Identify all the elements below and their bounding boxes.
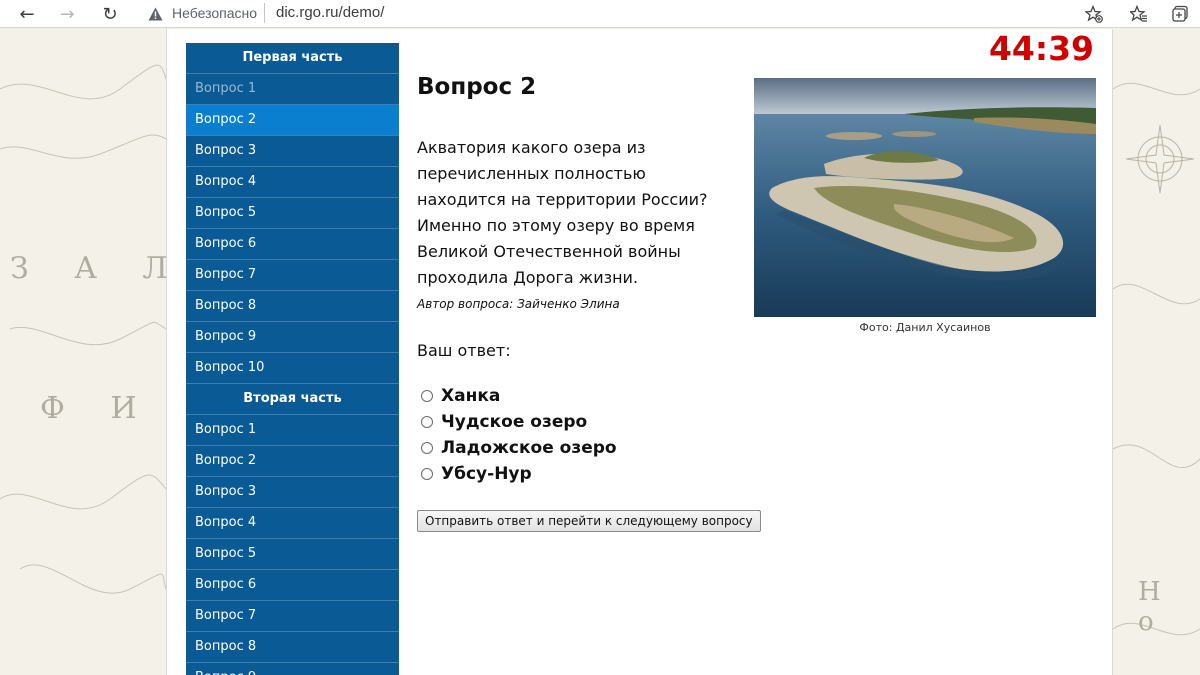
radio-button[interactable] (421, 390, 433, 402)
sidebar-question-link[interactable]: Вопрос 5 (186, 539, 399, 570)
sidebar-question-link[interactable]: Вопрос 1 (186, 74, 399, 105)
sidebar-question-link[interactable]: Вопрос 10 (186, 353, 399, 384)
sidebar-question-link[interactable]: Вопрос 2 (186, 446, 399, 477)
radio-button[interactable] (421, 468, 433, 480)
radio-button[interactable] (421, 416, 433, 428)
question-author: Автор вопроса: Зайченко Элина (417, 297, 620, 311)
answer-option[interactable]: Ладожское озеро (421, 435, 617, 461)
answer-option-label[interactable]: Убсу-Нур (441, 464, 532, 484)
sidebar-section-heading: Первая часть (186, 43, 399, 74)
address-divider (264, 3, 265, 23)
sidebar-question-link[interactable]: Вопрос 8 (186, 632, 399, 663)
question-text: Акватория какого озера из перечисленных … (417, 138, 708, 287)
sidebar-section-heading: Вторая часть (186, 384, 399, 415)
reload-icon[interactable]: ↻ (95, 0, 125, 28)
sidebar-question-link[interactable]: Вопрос 7 (186, 601, 399, 632)
answer-option[interactable]: Убсу-Нур (421, 461, 617, 487)
sidebar-question-link[interactable]: Вопрос 5 (186, 198, 399, 229)
back-arrow-icon[interactable]: ← (12, 0, 42, 28)
answer-option-label[interactable]: Чудское озеро (441, 412, 587, 432)
sidebar-question-link[interactable]: Вопрос 2 (186, 105, 399, 136)
question-sidebar: Первая часть Вопрос 1 Вопрос 2 Вопрос 3 Вопр… (186, 43, 399, 675)
favorites-icon[interactable] (1126, 0, 1152, 28)
forward-arrow-icon[interactable]: → (52, 0, 82, 28)
sidebar-question-link[interactable]: Вопрос 4 (186, 508, 399, 539)
answer-option[interactable]: Ханка (421, 383, 617, 409)
countdown-timer: 44:39 (988, 29, 1094, 68)
sidebar-question-link[interactable]: Вопрос 3 (186, 136, 399, 167)
warning-icon[interactable] (147, 6, 163, 22)
security-label[interactable]: Небезопасно (172, 5, 257, 21)
map-label: Н о (1138, 577, 1171, 637)
collections-icon[interactable] (1168, 0, 1194, 28)
sidebar-question-link[interactable]: Вопрос 8 (186, 291, 399, 322)
sidebar-question-link[interactable]: Вопрос 1 (186, 415, 399, 446)
address-bar-url[interactable]: dic.rgo.ru/demo/ (276, 4, 384, 21)
answer-option-label[interactable]: Ладожское озеро (441, 438, 617, 458)
sidebar-question-link[interactable]: Вопрос 6 (186, 229, 399, 260)
sidebar-question-link[interactable]: Вопрос 7 (186, 260, 399, 291)
sidebar-question-link[interactable]: Вопрос 9 (186, 663, 399, 675)
answer-label: Ваш ответ: (417, 341, 511, 360)
sidebar-question-link[interactable]: Вопрос 4 (186, 167, 399, 198)
radio-button[interactable] (421, 442, 433, 454)
sidebar-question-link[interactable]: Вопрос 9 (186, 322, 399, 353)
quiz-page: Первая часть Вопрос 1 Вопрос 2 Вопрос 3 Вопр… (166, 29, 1113, 675)
browser-toolbar: ← → ↻ Небезопасно dic.rgo.ru/demo/ (0, 0, 1200, 28)
sidebar-question-link[interactable]: Вопрос 3 (186, 477, 399, 508)
question-photo (754, 78, 1096, 317)
add-favorite-icon[interactable] (1081, 0, 1107, 28)
answer-options: Ханка Чудское озеро Ладожское озеро Убсу-Ну… (421, 383, 617, 487)
answer-option[interactable]: Чудское озеро (421, 409, 617, 435)
submit-answer-button[interactable]: Отправить ответ и перейти к следующему в… (417, 510, 761, 532)
answer-option-label[interactable]: Ханка (441, 386, 500, 406)
photo-caption: Фото: Данил Хусаинов (859, 321, 991, 334)
question-title: Вопрос 2 (417, 74, 537, 100)
sidebar-question-link[interactable]: Вопрос 6 (186, 570, 399, 601)
